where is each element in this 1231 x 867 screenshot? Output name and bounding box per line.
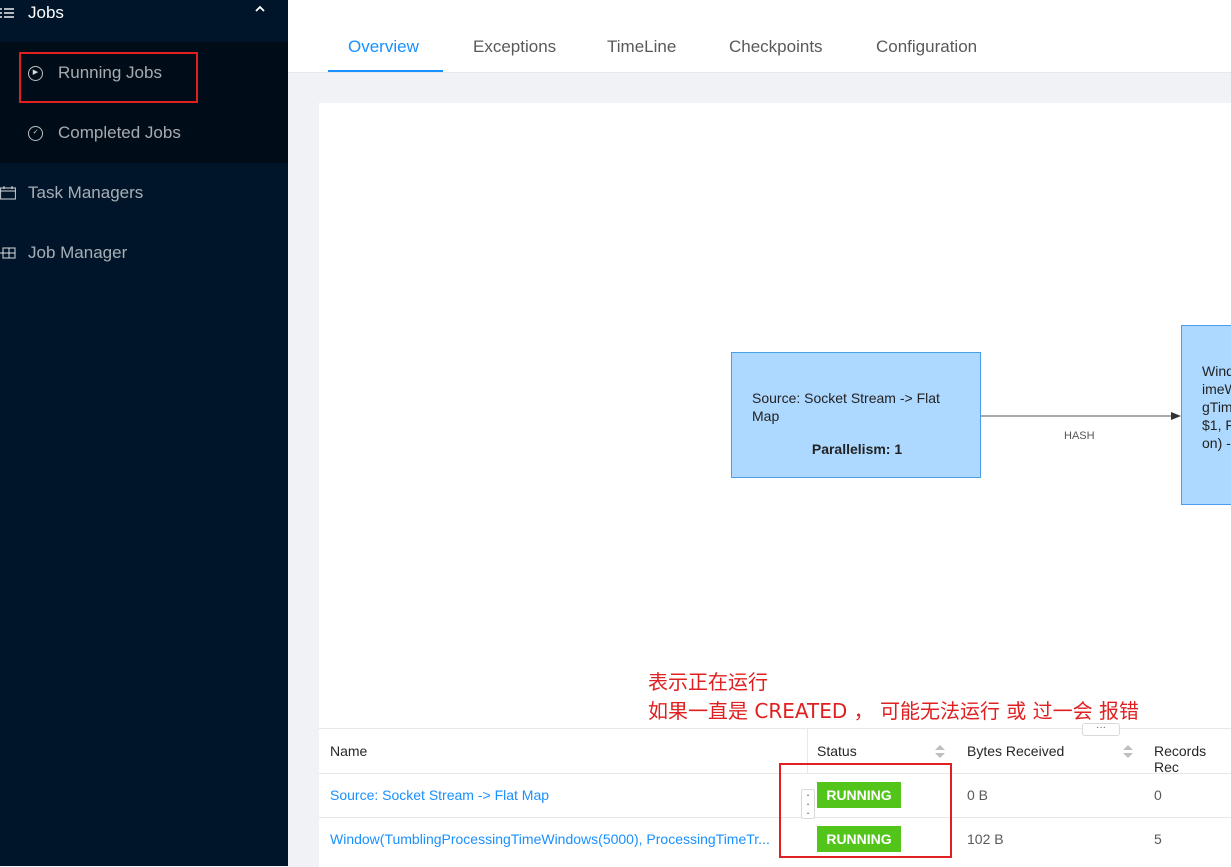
vertex-name-link[interactable]: Window(TumblingProcessingTimeWindows(500… <box>330 831 800 847</box>
tab-configuration[interactable]: Configuration <box>876 37 977 57</box>
column-header-bytes-received[interactable]: Bytes Received <box>967 743 1064 759</box>
sort-icon[interactable] <box>1123 745 1133 758</box>
vertex-name-link[interactable]: Source: Socket Stream -> Flat Map <box>330 787 549 803</box>
node-title-line: Wind <box>1202 363 1231 379</box>
tab-timeline[interactable]: TimeLine <box>607 37 676 57</box>
sidebar-item-label: Task Managers <box>28 183 144 202</box>
row-divider <box>319 817 1231 818</box>
edge-label: HASH <box>1064 430 1095 442</box>
sidebar-item-label: Completed Jobs <box>58 123 181 142</box>
chevron-up-icon <box>254 2 266 18</box>
node-title-line: $1, F <box>1202 417 1231 433</box>
sidebar-group-jobs[interactable]: Jobs <box>0 0 288 42</box>
annotation-line-2: 如果一直是 CREATED ， 可能无法运行 或 过一会 报错 <box>648 699 1140 723</box>
node-title-line: gTim <box>1202 399 1231 415</box>
graph-node-window[interactable]: Wind imeW gTim $1, F on) - <box>1181 325 1231 505</box>
grid-icon <box>0 245 16 265</box>
node-parallelism: Parallelism: 1 <box>811 441 903 457</box>
tab-bar: Overview Exceptions TimeLine Checkpoints… <box>288 0 1231 73</box>
active-tab-indicator <box>328 70 443 72</box>
sidebar-item-completed-jobs[interactable]: ✓ Completed Jobs <box>28 119 258 149</box>
highlight-box-running-jobs <box>19 52 198 103</box>
tab-overview[interactable]: Overview <box>348 37 419 57</box>
column-header-records-received[interactable]: Records Rec <box>1154 743 1231 775</box>
graph-node-source[interactable]: Source: Socket Stream -> Flat Map Parall… <box>731 352 981 478</box>
node-title-line: on) - <box>1202 435 1231 451</box>
list-icon <box>0 5 14 25</box>
graph-edge <box>981 412 1181 420</box>
header-divider <box>319 773 1231 774</box>
sort-icon[interactable] <box>935 745 945 758</box>
vertex-table: ··· Name Status Bytes Received Records R… <box>319 723 1231 867</box>
sidebar: Jobs ▶ Running Jobs ✓ Completed Jobs Tas… <box>0 0 288 866</box>
tab-exceptions[interactable]: Exceptions <box>473 37 556 57</box>
sidebar-item-task-managers[interactable]: Task Managers <box>0 179 288 209</box>
node-title-line: imeW <box>1202 381 1231 397</box>
check-circle-icon: ✓ <box>28 126 43 141</box>
column-header-name[interactable]: Name <box>330 743 367 759</box>
sidebar-item-job-manager[interactable]: Job Manager <box>0 239 288 269</box>
sidebar-item-label: Job Manager <box>28 243 128 262</box>
column-header-status[interactable]: Status <box>817 743 857 759</box>
calendar-icon <box>0 185 17 205</box>
tab-checkpoints[interactable]: Checkpoints <box>729 37 823 57</box>
resize-handle[interactable]: ··· <box>1082 723 1120 736</box>
highlight-box-status <box>779 763 952 858</box>
node-title: Source: Socket Stream -> Flat Map <box>752 390 940 424</box>
records-received-value: 5 <box>1154 831 1162 847</box>
annotation-line-1: 表示正在运行 <box>648 670 768 694</box>
records-received-value: 0 <box>1154 787 1162 803</box>
bytes-received-value: 0 B <box>967 787 989 803</box>
sidebar-group-label: Jobs <box>28 3 64 22</box>
bytes-received-value: 102 B <box>967 831 1004 847</box>
